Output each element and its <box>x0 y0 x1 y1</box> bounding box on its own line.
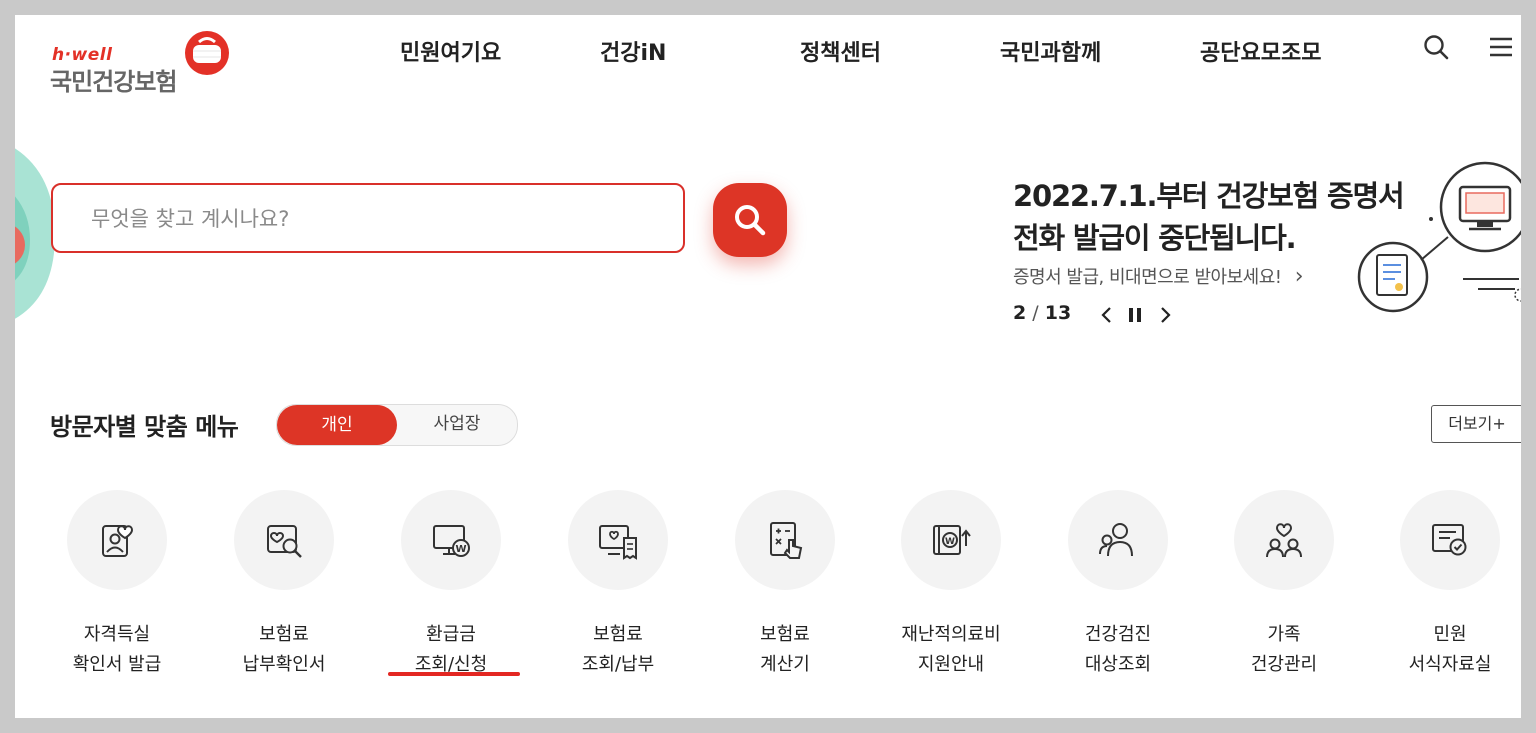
chevron-right-icon: › <box>1294 264 1304 289</box>
menu-label-line2: 조회/납부 <box>581 654 655 675</box>
menu-icon-circle <box>1400 490 1500 590</box>
banner-illustration <box>1357 161 1521 313</box>
quick-menu-item[interactable]: 보험료 계산기 <box>715 490 855 690</box>
menu-label-line1: 재난적의료비 <box>901 624 1001 645</box>
calculator-hand-icon <box>770 522 803 559</box>
monitor-heart-receipt-icon <box>599 525 637 560</box>
search-box <box>51 183 685 253</box>
main-navigation: 민원여기요 건강iN 정책센터 국민과함께 공단요모조모 <box>355 29 1355 69</box>
menu-label: 보험료 조회/납부 <box>548 620 688 680</box>
menu-label: 재난적의료비 지원안내 <box>881 620 1021 680</box>
nav-item-about[interactable]: 공단요모조모 <box>1200 35 1321 67</box>
search-icon <box>735 205 766 236</box>
logo-mascot-icon <box>185 31 229 75</box>
page: h·well 국민건강보험 민원여기요 건강iN 정책센터 국민과함께 공단요모… <box>15 15 1521 718</box>
quick-menu-item[interactable]: 보험료 조회/납부 <box>548 490 688 690</box>
monitor-won-icon: W <box>433 525 470 557</box>
svg-text:W: W <box>455 544 466 555</box>
menu-label-line1: 가족 <box>1267 624 1301 645</box>
pager-total: 13 <box>1044 302 1072 324</box>
menu-label-line2: 대상조회 <box>1084 654 1152 675</box>
quick-menu-item[interactable]: 민원 서식자료실 <box>1380 490 1520 690</box>
site-logo[interactable]: h·well 국민건강보험 <box>50 29 240 99</box>
menu-label-line2: 계산기 <box>760 654 810 675</box>
menu-label-line1: 보험료 <box>593 624 643 645</box>
highlight-underline <box>388 672 520 676</box>
nav-item-together[interactable]: 국민과함께 <box>1000 35 1101 67</box>
menu-label-line1: 민원 <box>1433 624 1467 645</box>
quick-menu-item[interactable]: 보험료 납부확인서 <box>214 490 354 690</box>
search-icon[interactable] <box>1422 33 1450 61</box>
logo-name-text: 국민건강보험 <box>50 68 177 96</box>
nav-item-policy-center[interactable]: 정책센터 <box>800 35 881 67</box>
search-input[interactable] <box>89 185 673 253</box>
prev-arrow-icon[interactable] <box>1097 305 1117 325</box>
pager-current: 2 <box>1013 302 1027 324</box>
toggle-business[interactable]: 사업장 <box>397 405 517 445</box>
family-heart-icon <box>1266 523 1302 558</box>
more-button[interactable]: 더보기+ <box>1431 405 1521 443</box>
menu-icon-circle <box>234 490 334 590</box>
menu-icon-circle: W <box>401 490 501 590</box>
menu-icon-circle <box>735 490 835 590</box>
quick-menu-item[interactable]: W 재난적의료비 지원안내 <box>881 490 1021 690</box>
next-arrow-icon[interactable] <box>1155 305 1175 325</box>
menu-label: 자격득실 확인서 발급 <box>47 620 187 680</box>
svg-text:W: W <box>945 537 955 547</box>
menu-label: 보험료 납부확인서 <box>214 620 354 680</box>
pager-separator: / <box>1032 302 1039 324</box>
book-won-arrow-icon: W <box>933 525 971 555</box>
document-check-icon <box>1432 524 1467 556</box>
nav-item-minwon[interactable]: 민원여기요 <box>400 35 501 67</box>
menu-label-line1: 자격득실 <box>83 624 151 645</box>
group-search-icon <box>1099 523 1133 557</box>
banner-subtitle: 증명서 발급, 비대면으로 받아보세요! <box>1013 267 1282 288</box>
menu-label-line1: 보험료 <box>760 624 810 645</box>
menu-icon-circle <box>568 490 668 590</box>
menu-label-line2: 지원안내 <box>917 654 985 675</box>
notice-banner: 2022.7.1.부터 건강보험 증명서 전화 발급이 중단됩니다. 증명서 발… <box>1013 161 1521 355</box>
menu-label-line1: 환급금 <box>426 624 476 645</box>
menu-label: 보험료 계산기 <box>715 620 855 680</box>
menu-icon-circle <box>67 490 167 590</box>
menu-label-line1: 건강검진 <box>1084 624 1152 645</box>
menu-icon-circle: W <box>901 490 1001 590</box>
menu-icon-circle <box>1068 490 1168 590</box>
heart-search-icon <box>267 525 302 558</box>
menu-label: 가족 건강관리 <box>1214 620 1354 680</box>
menu-icon-circle <box>1234 490 1334 590</box>
pause-icon[interactable] <box>1125 305 1145 325</box>
quick-menu-item[interactable]: W 환급금 조회/신청 <box>381 490 521 690</box>
toggle-personal[interactable]: 개인 <box>277 405 397 445</box>
visitor-type-toggle: 개인 사업장 <box>276 404 518 446</box>
quick-menu-item[interactable]: 건강검진 대상조회 <box>1048 490 1188 690</box>
visitor-menu-title: 방문자별 맞춤 메뉴 <box>50 413 239 441</box>
search-button[interactable] <box>713 183 787 257</box>
menu-label: 민원 서식자료실 <box>1380 620 1520 680</box>
quick-menu-item[interactable]: 자격득실 확인서 발급 <box>47 490 187 690</box>
banner-link[interactable]: 증명서 발급, 비대면으로 받아보세요! › <box>1013 263 1304 289</box>
person-heart-card-icon <box>102 525 134 557</box>
banner-pager: 2 / 13 <box>1013 302 1071 324</box>
menu-label: 환급금 조회/신청 <box>381 620 521 680</box>
menu-label-line2: 서식자료실 <box>1408 654 1492 675</box>
nav-item-health-in[interactable]: 건강iN <box>600 35 666 67</box>
menu-label-line2: 건강관리 <box>1250 654 1318 675</box>
menu-label-line1: 보험료 <box>259 624 309 645</box>
menu-label-line2: 확인서 발급 <box>72 654 162 675</box>
quick-menu-item[interactable]: 가족 건강관리 <box>1214 490 1354 690</box>
menu-label: 건강검진 대상조회 <box>1048 620 1188 680</box>
hamburger-menu-icon[interactable] <box>1487 33 1515 61</box>
menu-label-line2: 납부확인서 <box>242 654 326 675</box>
